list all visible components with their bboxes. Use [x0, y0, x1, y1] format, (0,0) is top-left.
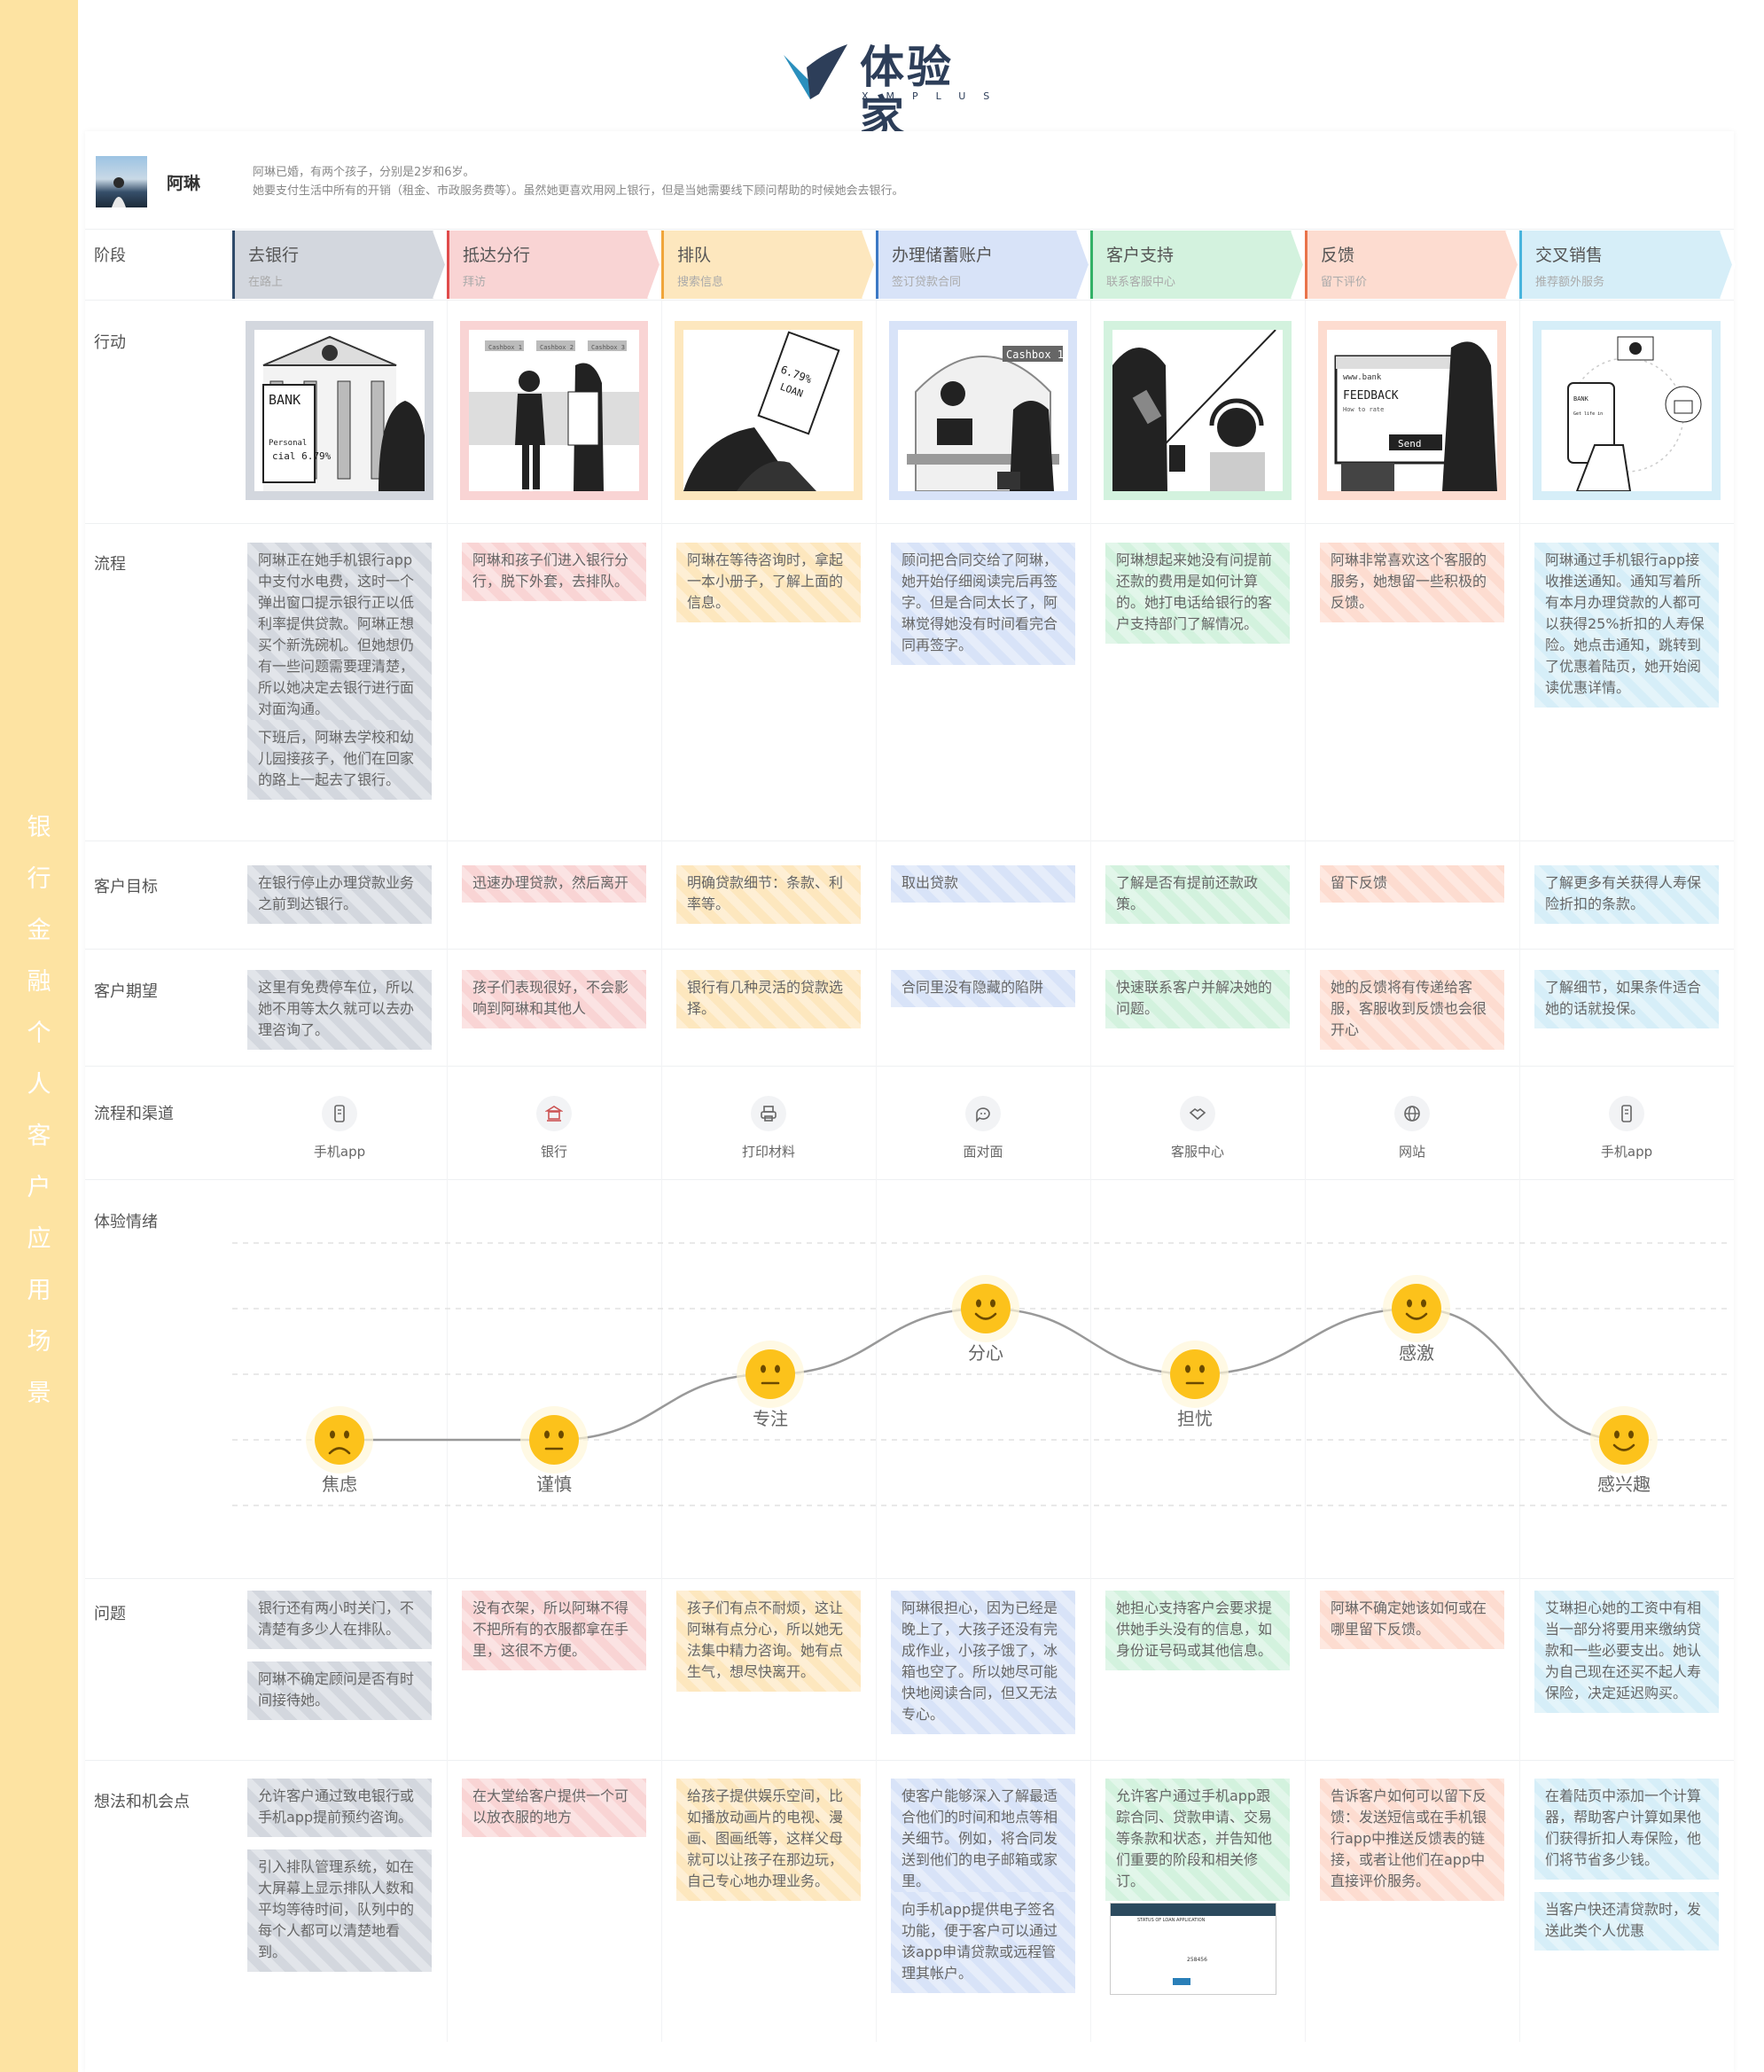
- emotion-point-happy: [952, 1275, 1019, 1342]
- emotion-curve-chart: [232, 1242, 1729, 1506]
- emotion-point-happy: [1383, 1275, 1450, 1342]
- emotion-point-happy: [1590, 1406, 1658, 1474]
- emotion-point-sad: [306, 1406, 373, 1474]
- emotion-point-neutral: [737, 1341, 804, 1408]
- emotion-point-neutral: [1161, 1341, 1229, 1408]
- emotion-point-neutral: [520, 1406, 588, 1474]
